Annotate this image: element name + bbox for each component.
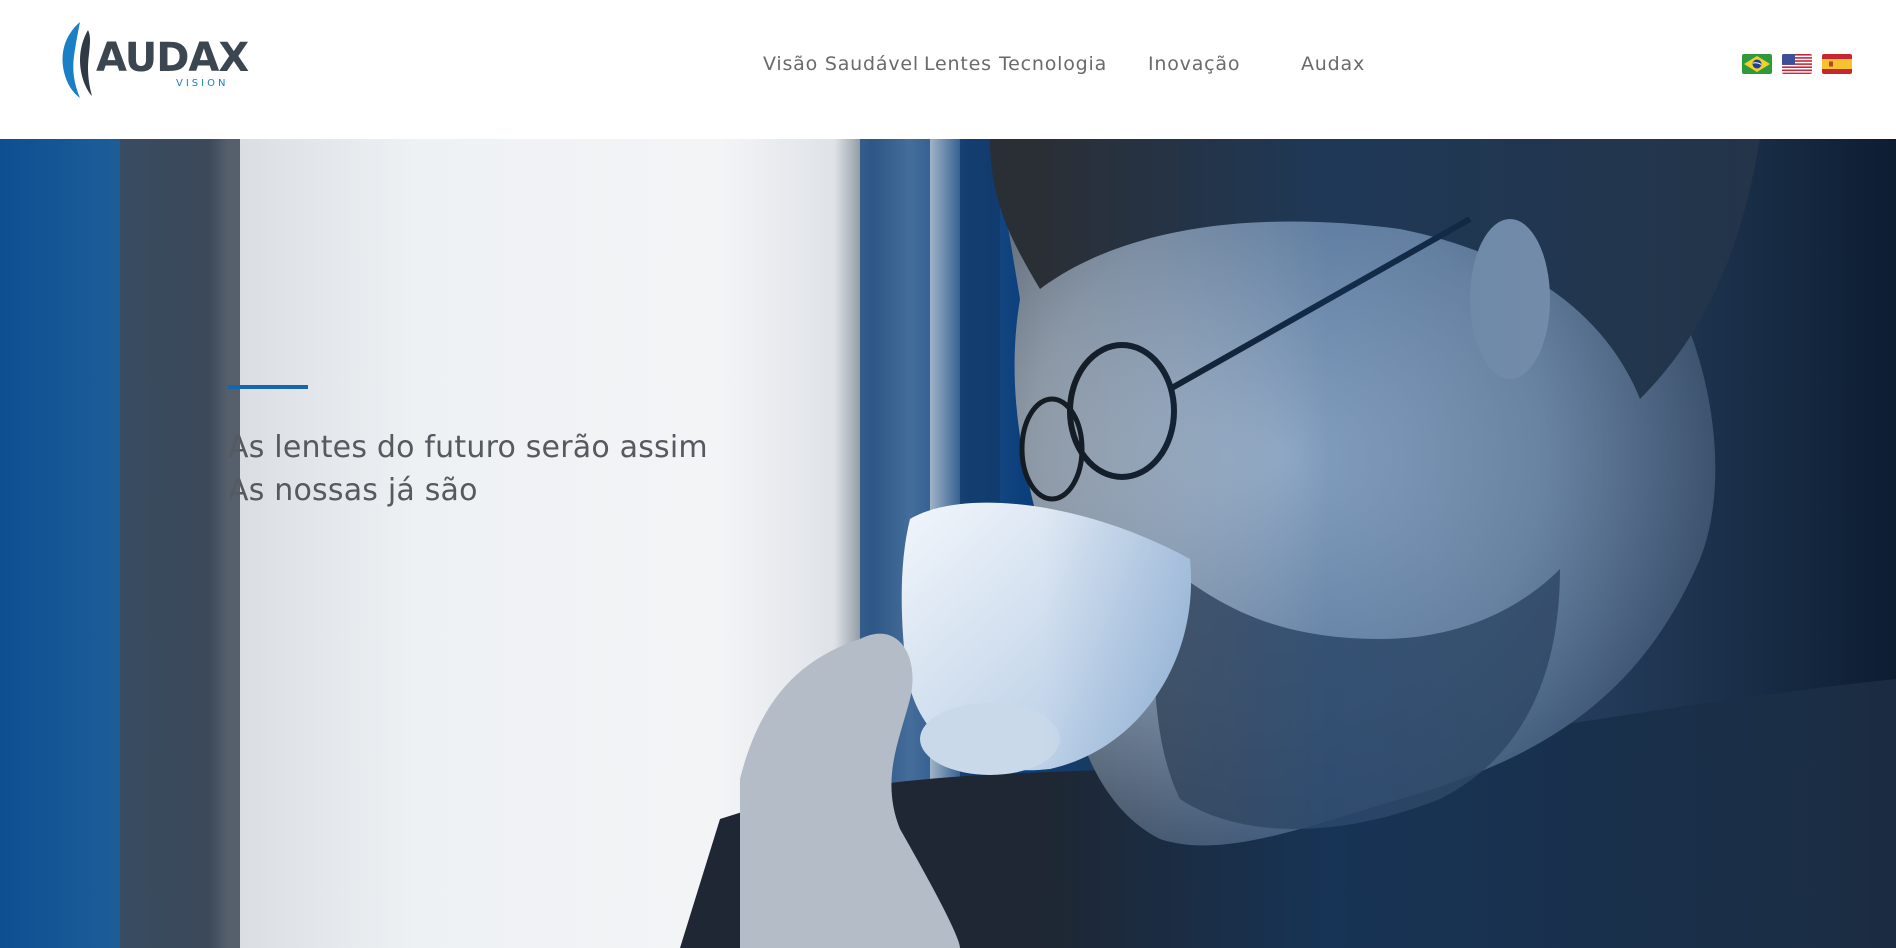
hero-photo	[0, 139, 1896, 948]
hero-headline-line-2: As nossas já são	[228, 473, 478, 508]
usa-flag-icon[interactable]	[1782, 54, 1812, 74]
nav-item-visao-saudavel[interactable]: Visão Saudável	[763, 53, 919, 75]
nav-item-tecnologia[interactable]: Tecnologia	[999, 53, 1107, 75]
logo-subtitle: VISION	[176, 78, 229, 89]
nav-item-lentes[interactable]: Lentes	[924, 53, 992, 75]
audax-logo[interactable]: AUDAX VISION	[58, 20, 249, 100]
logo-wordmark: AUDAX	[96, 35, 249, 81]
nav-item-inovacao[interactable]: Inovação	[1148, 53, 1240, 75]
hero-headline-line-1: As lentes do futuro serão assim	[228, 430, 708, 465]
headline-accent-bar	[228, 385, 308, 389]
nav-item-audax[interactable]: Audax	[1301, 53, 1365, 75]
hero-headline: As lentes do futuro serão assim As nossa…	[228, 426, 708, 512]
site-header: AUDAX VISION Visão Saudável Lentes Tecno…	[0, 0, 1896, 139]
brazil-flag-icon[interactable]	[1742, 54, 1772, 74]
hero-banner: As lentes do futuro serão assim As nossa…	[0, 139, 1896, 948]
spain-flag-icon[interactable]	[1822, 54, 1852, 74]
